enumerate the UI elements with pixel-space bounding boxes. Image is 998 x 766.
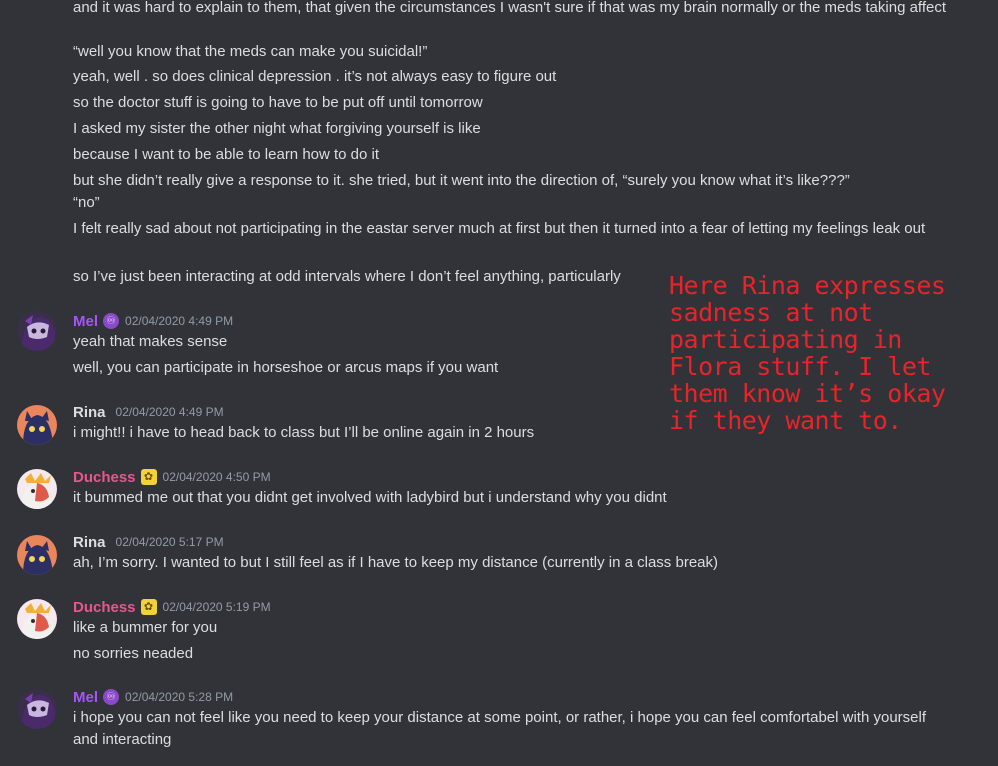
message-line: so the doctor stuff is going to have to …	[73, 94, 483, 111]
avatar[interactable]	[17, 599, 57, 639]
avatar[interactable]	[17, 469, 57, 509]
avatar[interactable]	[17, 311, 57, 351]
rina-avatar-icon	[17, 405, 57, 445]
duchess-avatar-icon	[17, 599, 57, 639]
username[interactable]: Duchess	[73, 469, 136, 486]
message-line: i hope you can not feel like you need to…	[73, 709, 927, 748]
message-header: Duchess ✿ 02/04/2020 5:19 PM	[73, 596, 271, 618]
message-header: Rina 02/04/2020 5:17 PM	[73, 531, 224, 553]
username[interactable]: Mel	[73, 689, 98, 706]
message-line: because I want to be able to learn how t…	[73, 146, 380, 163]
message-line: it bummed me out that you didnt get invo…	[73, 489, 667, 506]
avatar[interactable]	[17, 689, 57, 729]
chat-message-list[interactable]: and it was hard to explain to them, that…	[0, 0, 998, 766]
duchess-avatar-icon	[17, 469, 57, 509]
message-header: Rina 02/04/2020 4:49 PM	[73, 401, 224, 423]
avatar[interactable]	[17, 535, 57, 575]
message-header: Mel ♾ 02/04/2020 4:49 PM	[73, 310, 233, 332]
message-header: Mel ♾ 02/04/2020 5:28 PM	[73, 686, 233, 708]
yellow-emblem-icon: ✿	[140, 469, 157, 485]
username[interactable]: Mel	[73, 313, 98, 330]
mel-avatar-icon	[17, 311, 57, 351]
message-line: “no”	[73, 194, 100, 211]
message-line: I asked my sister the other night what f…	[73, 120, 481, 137]
annotation-text: Here Rina expresses sadness at not parti…	[669, 271, 946, 435]
message-line: “well you know that the meds can make yo…	[73, 43, 428, 60]
timestamp[interactable]: 02/04/2020 5:17 PM	[116, 535, 224, 549]
rina-avatar-icon	[17, 535, 57, 575]
timestamp[interactable]: 02/04/2020 5:19 PM	[163, 600, 271, 614]
message-line: and it was hard to explain to them, that…	[73, 0, 947, 16]
timestamp[interactable]: 02/04/2020 4:49 PM	[125, 314, 233, 328]
username[interactable]: Rina	[73, 534, 106, 551]
message-line: yeah, well . so does clinical depression…	[73, 68, 557, 85]
message-line: but she didn’t really give a response to…	[73, 172, 850, 189]
timestamp[interactable]: 02/04/2020 5:28 PM	[125, 690, 233, 704]
mel-avatar-icon	[17, 689, 57, 729]
username[interactable]: Rina	[73, 404, 106, 421]
message-header: Duchess ✿ 02/04/2020 4:50 PM	[73, 466, 271, 488]
timestamp[interactable]: 02/04/2020 4:49 PM	[116, 405, 224, 419]
message-line: I felt really sad about not participatin…	[73, 220, 926, 237]
timestamp[interactable]: 02/04/2020 4:50 PM	[163, 470, 271, 484]
message-line: no sorries neaded	[73, 645, 194, 662]
avatar[interactable]	[17, 405, 57, 445]
purple-emblem-icon: ♾	[103, 313, 120, 329]
message-line: like a bummer for you	[73, 619, 218, 636]
purple-emblem-icon: ♾	[103, 689, 120, 705]
username[interactable]: Duchess	[73, 599, 136, 616]
message-line: ah, I’m sorry. I wanted to but I still f…	[73, 554, 718, 571]
yellow-emblem-icon: ✿	[140, 599, 157, 615]
